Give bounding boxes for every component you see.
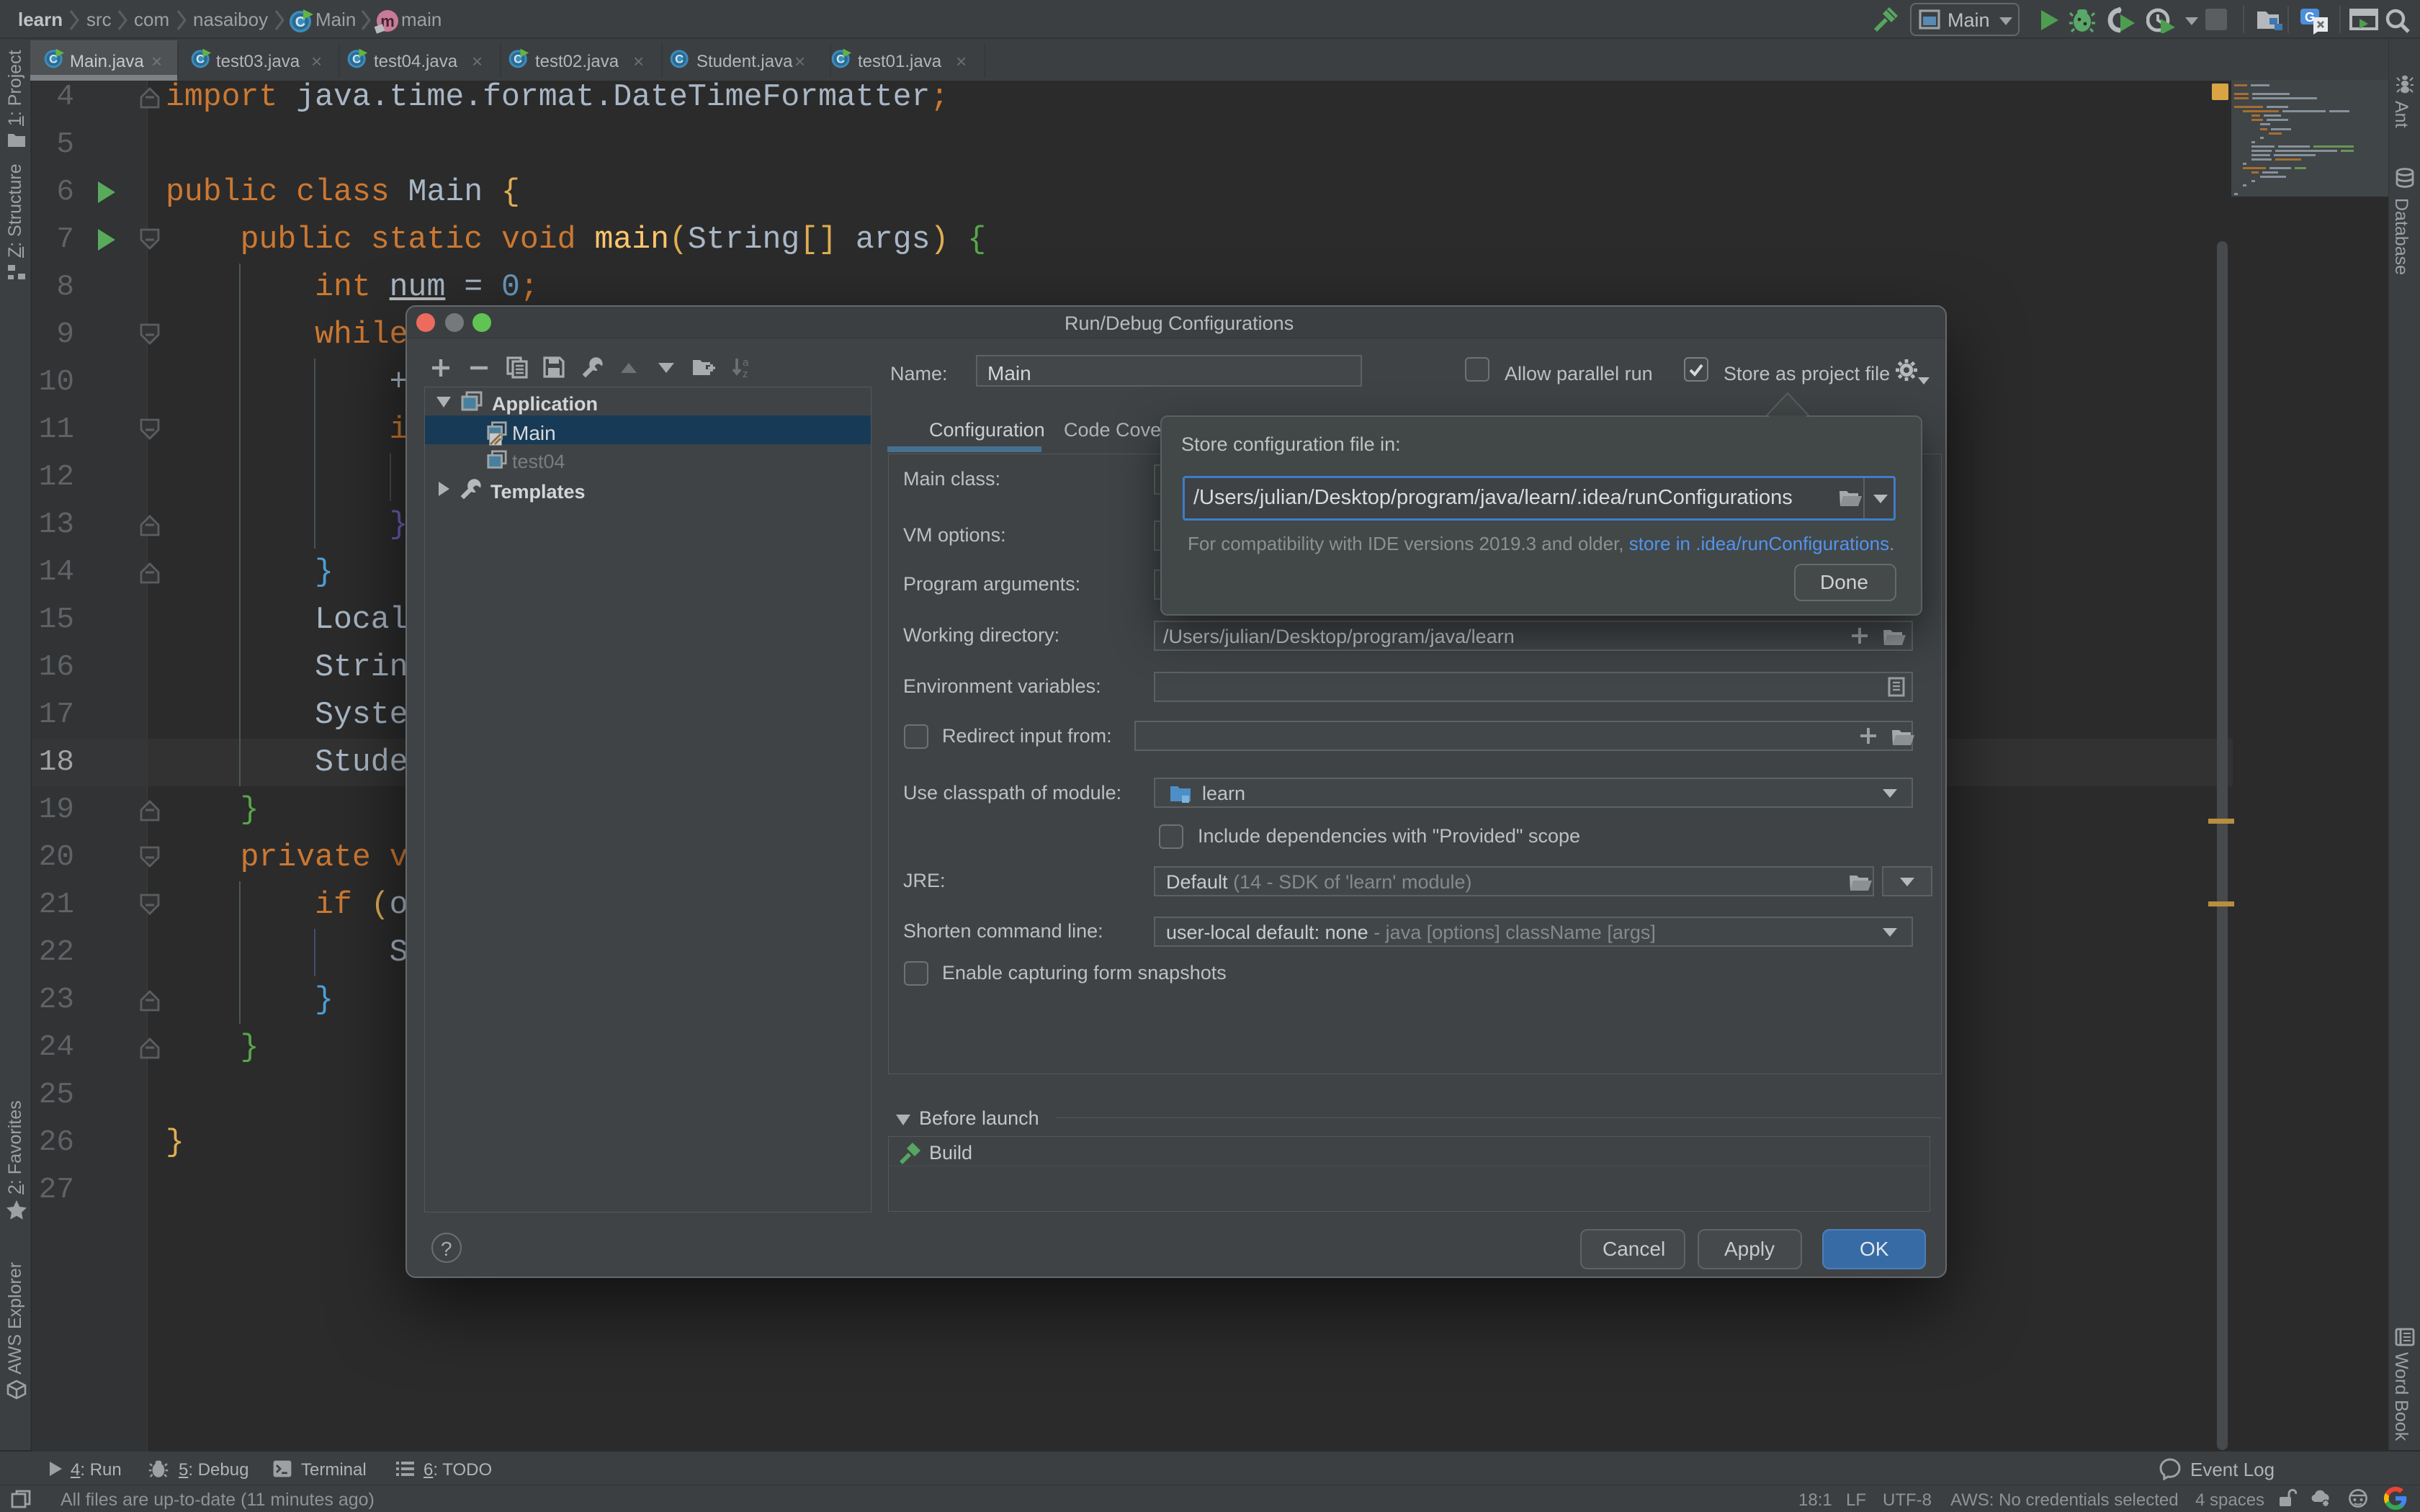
svg-text:a: a (743, 356, 749, 369)
svg-text:C: C (675, 53, 684, 66)
svg-text:G: G (2305, 10, 2315, 24)
svg-text:z: z (743, 368, 748, 379)
